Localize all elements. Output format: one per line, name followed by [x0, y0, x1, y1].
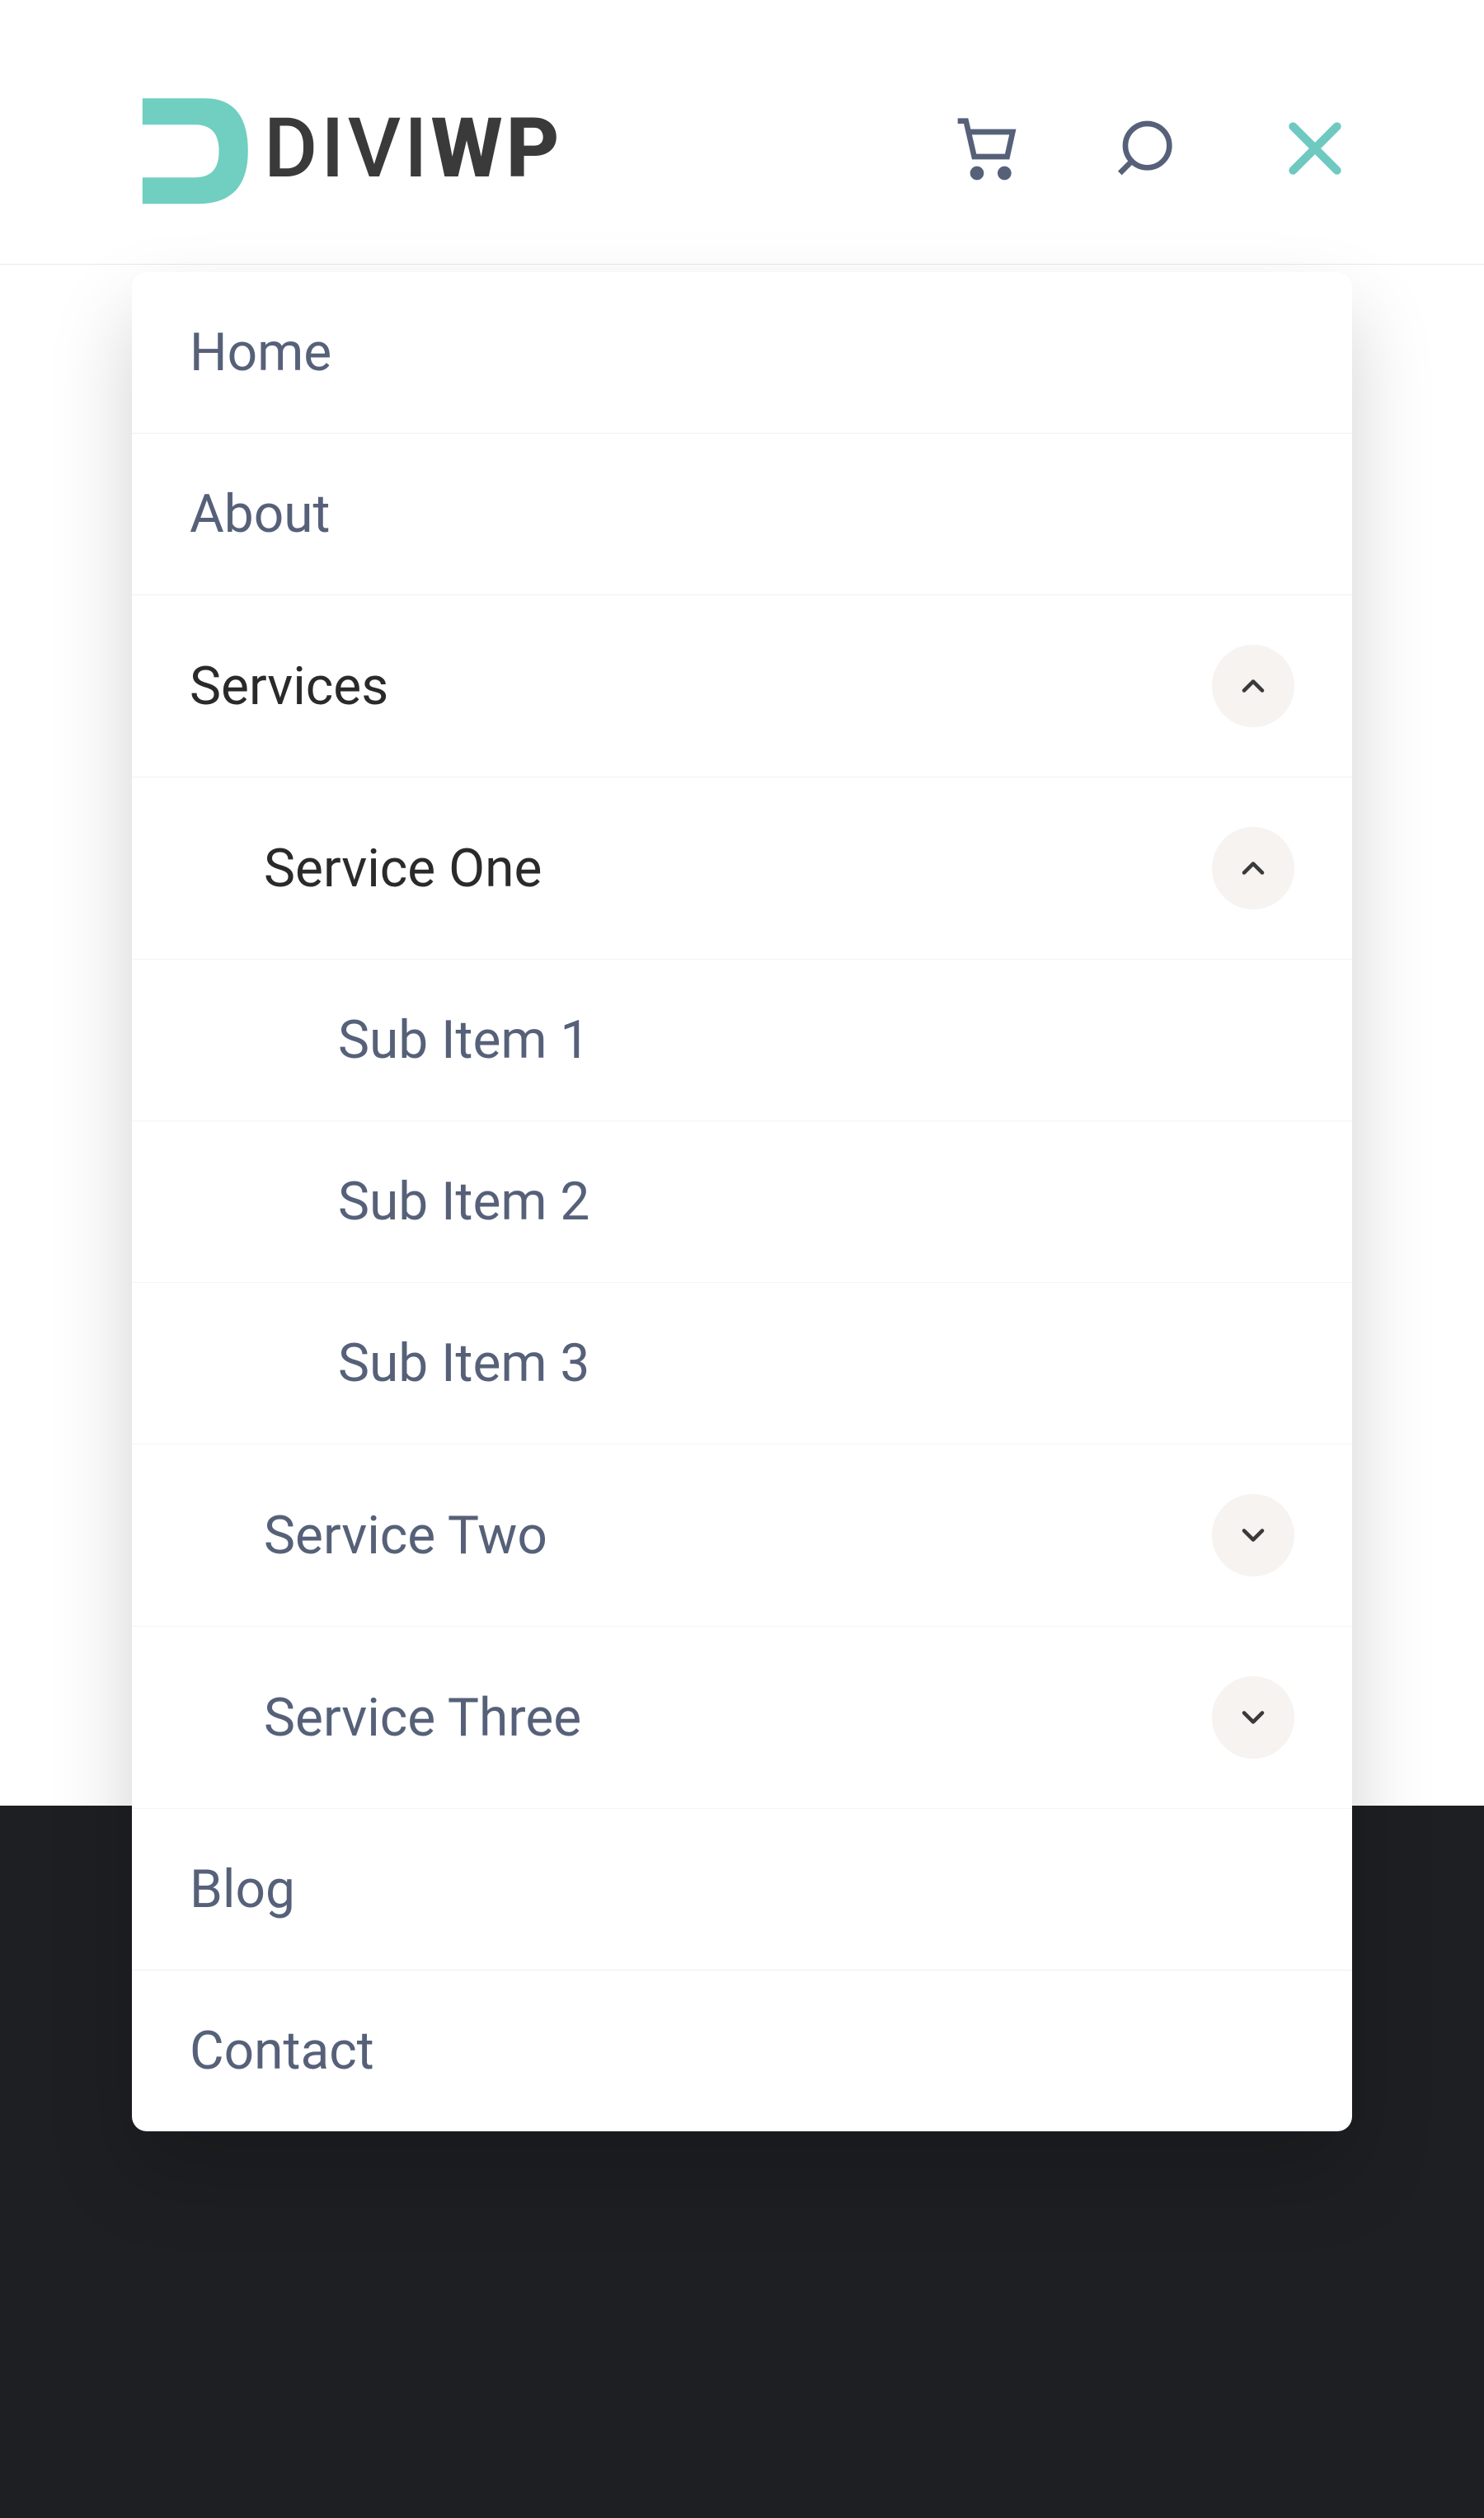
menu-item-service-three[interactable]: Service Three [132, 1627, 1352, 1809]
menu-label: Sub Item 3 [338, 1332, 1294, 1394]
site-header: DIVIWP [0, 0, 1484, 265]
menu-item-sub-2[interactable]: Sub Item 2 [132, 1121, 1352, 1283]
site-logo[interactable]: DIVIWP [132, 82, 563, 214]
menu-label: About [190, 483, 1294, 545]
menu-label: Blog [190, 1858, 1294, 1920]
chevron-up-icon [1235, 838, 1271, 900]
services-submenu: Service One Sub Item 1 Sub Item 2 Sub It… [132, 777, 1352, 1809]
menu-label: Service Two [264, 1505, 1212, 1567]
menu-label: Sub Item 1 [338, 1009, 1294, 1071]
close-icon[interactable] [1278, 111, 1352, 186]
collapse-toggle[interactable] [1212, 827, 1294, 909]
menu-label: Service Three [264, 1687, 1212, 1749]
menu-item-sub-1[interactable]: Sub Item 1 [132, 960, 1352, 1121]
menu-label: Sub Item 2 [338, 1171, 1294, 1233]
collapse-toggle[interactable] [1212, 645, 1294, 727]
menu-item-sub-3[interactable]: Sub Item 3 [132, 1283, 1352, 1445]
logo-mark-icon [132, 82, 264, 214]
mobile-menu-panel: Home About Services Service One Sub Item… [132, 272, 1352, 2131]
expand-toggle[interactable] [1212, 1676, 1294, 1759]
search-icon[interactable] [1113, 111, 1187, 186]
menu-label: Contact [190, 2020, 1294, 2082]
menu-item-home[interactable]: Home [132, 272, 1352, 434]
chevron-up-icon [1235, 655, 1271, 717]
chevron-down-icon [1235, 1687, 1271, 1749]
menu-label: Service One [264, 838, 1212, 900]
cart-icon[interactable] [948, 111, 1022, 186]
service-one-submenu: Sub Item 1 Sub Item 2 Sub Item 3 [132, 960, 1352, 1445]
menu-item-about[interactable]: About [132, 434, 1352, 595]
menu-item-contact[interactable]: Contact [132, 1971, 1352, 2131]
chevron-down-icon [1235, 1505, 1271, 1567]
logo-text: DIVIWP [264, 101, 563, 197]
menu-item-services[interactable]: Services [132, 595, 1352, 777]
menu-item-service-one[interactable]: Service One [132, 777, 1352, 960]
menu-item-service-two[interactable]: Service Two [132, 1445, 1352, 1627]
menu-item-blog[interactable]: Blog [132, 1809, 1352, 1971]
menu-label: Home [190, 322, 1294, 383]
expand-toggle[interactable] [1212, 1494, 1294, 1576]
header-icon-group [948, 111, 1352, 186]
menu-label: Services [190, 655, 1212, 717]
